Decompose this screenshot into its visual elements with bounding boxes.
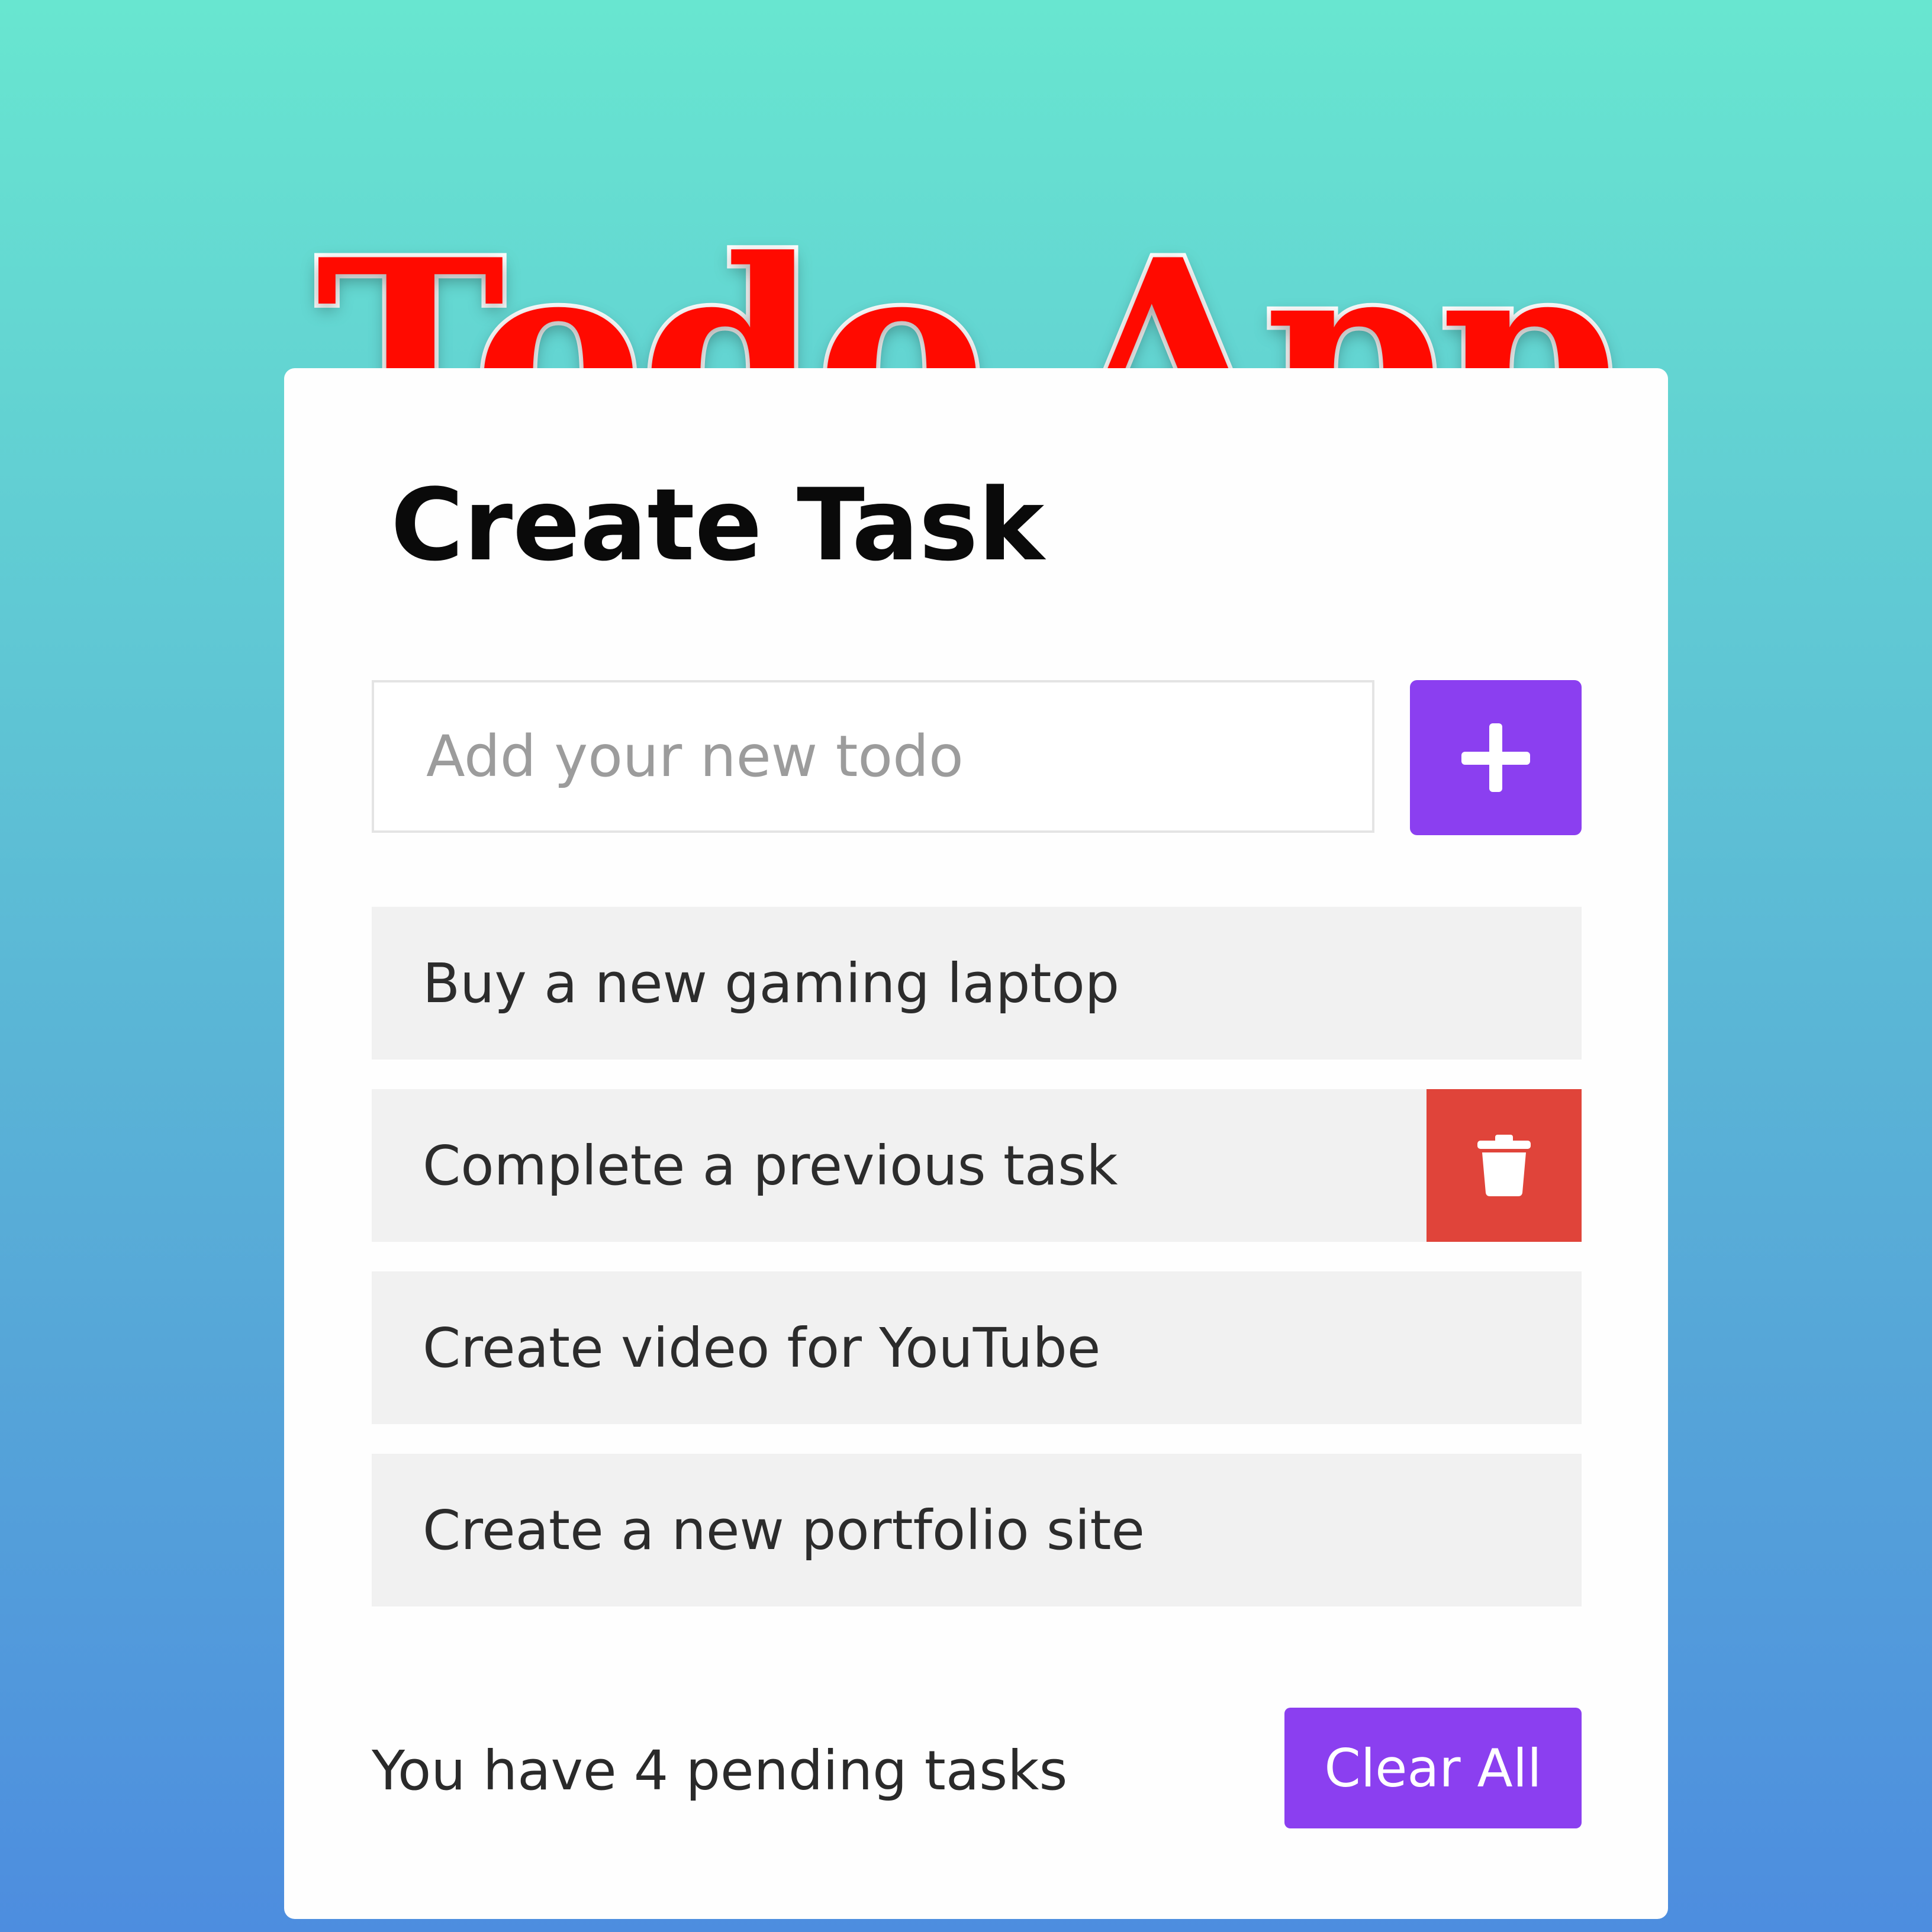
todo-text: Buy a new gaming laptop xyxy=(423,951,1120,1015)
todo-item[interactable]: Buy a new gaming laptop xyxy=(372,907,1582,1060)
new-todo-input[interactable] xyxy=(372,680,1374,833)
add-todo-button[interactable] xyxy=(1410,680,1582,835)
todo-item[interactable]: Create a new portfolio site xyxy=(372,1454,1582,1606)
card-title: Create Task xyxy=(391,467,1045,583)
todo-item[interactable]: Complete a previous task xyxy=(372,1089,1582,1242)
todo-text: Create a new portfolio site xyxy=(423,1498,1145,1562)
todo-text: Create video for YouTube xyxy=(423,1316,1101,1380)
trash-icon xyxy=(1477,1135,1531,1196)
delete-todo-button[interactable] xyxy=(1427,1089,1582,1242)
clear-all-button[interactable]: Clear All xyxy=(1284,1708,1582,1828)
pending-tasks-count: You have 4 pending tasks xyxy=(372,1739,1068,1802)
plus-icon xyxy=(1461,723,1530,792)
todo-text: Complete a previous task xyxy=(423,1134,1118,1197)
todo-item[interactable]: Create video for YouTube xyxy=(372,1271,1582,1424)
todo-card: Create Task Buy a new gaming laptop Comp… xyxy=(284,368,1668,1919)
todo-list: Buy a new gaming laptop Complete a previ… xyxy=(372,907,1582,1636)
